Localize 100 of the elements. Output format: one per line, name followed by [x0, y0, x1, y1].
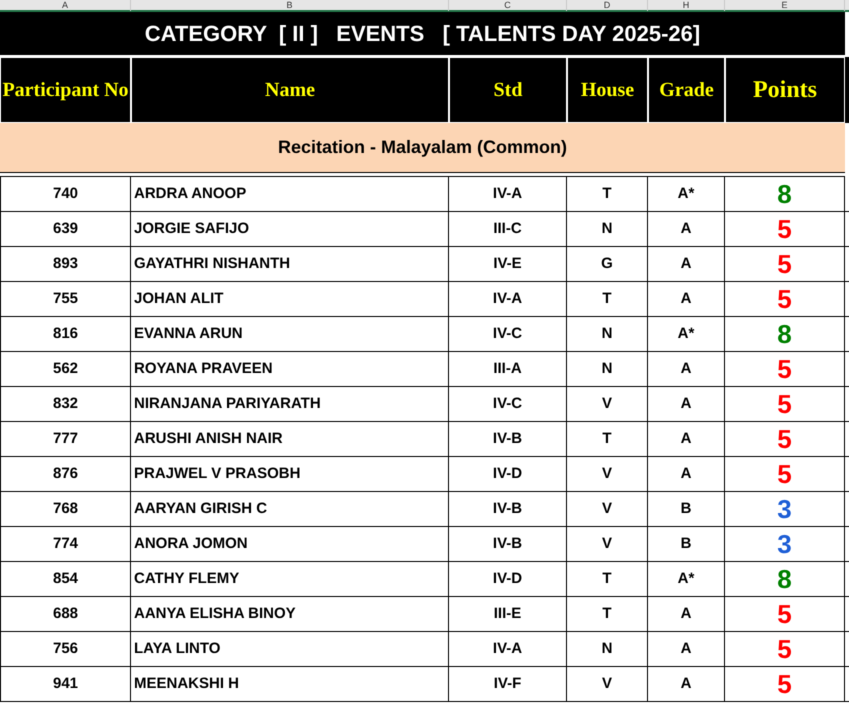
column-header[interactable]: E: [725, 0, 845, 11]
house-cell: V: [567, 387, 648, 421]
column-heading: Std: [449, 57, 567, 123]
points-cell: 5: [725, 387, 845, 421]
sheet-title: CATEGORY [ II ] EVENTS [ TALENTS DAY 2025-26]: [0, 12, 845, 57]
grade-cell: A: [648, 212, 725, 246]
house-cell: T: [567, 597, 648, 631]
participant-number: 639: [0, 212, 131, 246]
points-cell: 8: [725, 562, 845, 596]
house-cell: T: [567, 562, 648, 596]
grade-cell: B: [648, 492, 725, 526]
points-cell: 5: [725, 632, 845, 666]
participant-name: ARDRA ANOOP: [131, 177, 449, 211]
std-cell: IV-E: [449, 247, 567, 281]
points-cell: 3: [725, 492, 845, 526]
grade-cell: A: [648, 247, 725, 281]
std-cell: IV-C: [449, 317, 567, 351]
std-cell: IV-C: [449, 387, 567, 421]
column-header[interactable]: B: [131, 0, 449, 11]
column-heading: Points: [725, 57, 845, 123]
participant-name: PRAJWEL V PRASOBH: [131, 457, 449, 491]
grade-cell: A: [648, 597, 725, 631]
points-cell: 5: [725, 212, 845, 246]
std-cell: III-A: [449, 352, 567, 386]
column-heading: House: [567, 57, 648, 123]
participant-number: 777: [0, 422, 131, 456]
participant-name: ROYANA PRAVEEN: [131, 352, 449, 386]
std-cell: IV-A: [449, 632, 567, 666]
points-cell: 8: [725, 317, 845, 351]
std-cell: III-E: [449, 597, 567, 631]
column-header[interactable]: H: [648, 0, 725, 11]
grade-cell: A: [648, 352, 725, 386]
participant-name: ARUSHI ANISH NAIR: [131, 422, 449, 456]
participant-name: NIRANJANA PARIYARATH: [131, 387, 449, 421]
column-heading: Name: [131, 57, 449, 123]
points-cell: 5: [725, 667, 845, 701]
column-header[interactable]: C: [449, 0, 567, 11]
participant-number: 941: [0, 667, 131, 701]
points-cell: 5: [725, 352, 845, 386]
house-cell: T: [567, 282, 648, 316]
grade-cell: A: [648, 387, 725, 421]
participant-number: 876: [0, 457, 131, 491]
points-cell: 5: [725, 457, 845, 491]
house-cell: N: [567, 632, 648, 666]
column-heading: Grade: [648, 57, 725, 123]
house-cell: V: [567, 492, 648, 526]
participant-name: EVANNA ARUN: [131, 317, 449, 351]
std-cell: IV-B: [449, 527, 567, 561]
participant-number: 756: [0, 632, 131, 666]
participant-name: ANORA JOMON: [131, 527, 449, 561]
participant-number: 755: [0, 282, 131, 316]
std-cell: IV-B: [449, 422, 567, 456]
participant-number: 768: [0, 492, 131, 526]
grade-cell: A*: [648, 562, 725, 596]
house-cell: N: [567, 317, 648, 351]
house-cell: T: [567, 177, 648, 211]
house-cell: N: [567, 212, 648, 246]
grade-cell: A*: [648, 317, 725, 351]
participant-name: CATHY FLEMY: [131, 562, 449, 596]
participant-name: JORGIE SAFIJO: [131, 212, 449, 246]
grade-cell: A: [648, 282, 725, 316]
points-cell: 8: [725, 177, 845, 211]
participant-number: 893: [0, 247, 131, 281]
grade-cell: B: [648, 527, 725, 561]
section-heading: Recitation - Malayalam (Common): [0, 123, 845, 173]
std-cell: IV-B: [449, 492, 567, 526]
participant-name: AANYA ELISHA BINOY: [131, 597, 449, 631]
house-cell: N: [567, 352, 648, 386]
participant-name: GAYATHRI NISHANTH: [131, 247, 449, 281]
column-header[interactable]: D: [567, 0, 648, 11]
grade-cell: A: [648, 422, 725, 456]
points-cell: 5: [725, 282, 845, 316]
participant-name: JOHAN ALIT: [131, 282, 449, 316]
participant-number: 774: [0, 527, 131, 561]
std-cell: IV-A: [449, 177, 567, 211]
std-cell: IV-F: [449, 667, 567, 701]
points-cell: 5: [725, 247, 845, 281]
grade-cell: A*: [648, 177, 725, 211]
column-heading: Participant No: [0, 57, 131, 123]
participant-number: 816: [0, 317, 131, 351]
std-cell: IV-D: [449, 457, 567, 491]
participant-number: 854: [0, 562, 131, 596]
participant-name: LAYA LINTO: [131, 632, 449, 666]
house-cell: V: [567, 667, 648, 701]
house-cell: G: [567, 247, 648, 281]
participant-number: 688: [0, 597, 131, 631]
participant-number: 832: [0, 387, 131, 421]
grade-cell: A: [648, 457, 725, 491]
participant-name: MEENAKSHI H: [131, 667, 449, 701]
house-cell: V: [567, 527, 648, 561]
points-cell: 5: [725, 422, 845, 456]
house-cell: T: [567, 422, 648, 456]
participant-name: AARYAN GIRISH C: [131, 492, 449, 526]
grade-cell: A: [648, 632, 725, 666]
points-cell: 5: [725, 597, 845, 631]
std-cell: III-C: [449, 212, 567, 246]
column-header[interactable]: A: [0, 0, 131, 11]
participant-number: 562: [0, 352, 131, 386]
std-cell: IV-D: [449, 562, 567, 596]
std-cell: IV-A: [449, 282, 567, 316]
